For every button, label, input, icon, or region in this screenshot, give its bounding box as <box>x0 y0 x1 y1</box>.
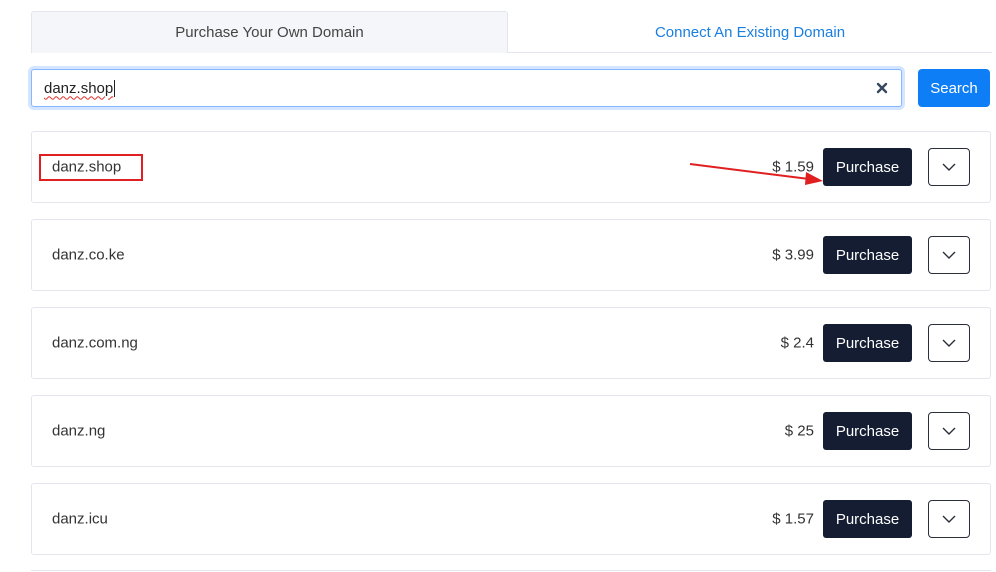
annotation-highlight-box <box>39 154 143 181</box>
purchase-button-label: Purchase <box>835 422 900 440</box>
expand-button[interactable] <box>928 236 970 274</box>
expand-button[interactable] <box>928 412 970 450</box>
purchase-button[interactable]: Purchase <box>823 500 912 538</box>
purchase-button-label: Purchase <box>835 158 900 176</box>
domain-name: danz.icu <box>52 510 108 528</box>
result-row-ng: danz.ng $ 25 Purchase <box>31 395 991 467</box>
result-row-shop: danz.shop $ 1.59 Purchase <box>31 131 991 203</box>
domain-search-input[interactable]: danz.shop <box>31 69 902 107</box>
search-button-label: Search <box>930 79 978 97</box>
domain-name: danz.co.ke <box>52 246 125 264</box>
domain-price: $ 2.4 <box>780 334 814 352</box>
tab-divider <box>508 52 992 53</box>
chevron-down-icon <box>942 339 956 347</box>
tab-purchase-label: Purchase Your Own Domain <box>175 24 364 41</box>
domain-search-page: Purchase Your Own Domain Connect An Exis… <box>0 0 996 572</box>
expand-button[interactable] <box>928 324 970 362</box>
chevron-down-icon <box>942 515 956 523</box>
result-row-com-ng: danz.com.ng $ 2.4 Purchase <box>31 307 991 379</box>
domain-price: $ 3.99 <box>772 246 814 264</box>
purchase-button-label: Purchase <box>835 334 900 352</box>
result-row-icu: danz.icu $ 1.57 Purchase <box>31 483 991 555</box>
purchase-button-label: Purchase <box>835 246 900 264</box>
domain-price: $ 1.57 <box>772 510 814 528</box>
search-button[interactable]: Search <box>918 69 990 107</box>
purchase-button[interactable]: Purchase <box>823 412 912 450</box>
chevron-down-icon <box>942 427 956 435</box>
close-icon[interactable] <box>875 81 889 95</box>
chevron-down-icon <box>942 163 956 171</box>
domain-name: danz.com.ng <box>52 334 138 352</box>
tab-connect-label: Connect An Existing Domain <box>654 23 846 41</box>
annotation-arrow-icon <box>689 163 823 185</box>
purchase-button[interactable]: Purchase <box>823 236 912 274</box>
purchase-button[interactable]: Purchase <box>823 324 912 362</box>
purchase-button[interactable]: Purchase <box>823 148 912 186</box>
purchase-button-label: Purchase <box>835 510 900 528</box>
tab-purchase-own-domain[interactable]: Purchase Your Own Domain <box>31 11 508 53</box>
domain-name: danz.ng <box>52 422 106 440</box>
expand-button[interactable] <box>928 500 970 538</box>
tab-connect-existing-domain[interactable]: Connect An Existing Domain <box>508 11 992 53</box>
expand-button[interactable] <box>928 148 970 186</box>
result-row-co-ke: danz.co.ke $ 3.99 Purchase <box>31 219 991 291</box>
search-value: danz.shop <box>44 79 116 97</box>
chevron-down-icon <box>942 251 956 259</box>
domain-price: $ 25 <box>784 422 814 440</box>
